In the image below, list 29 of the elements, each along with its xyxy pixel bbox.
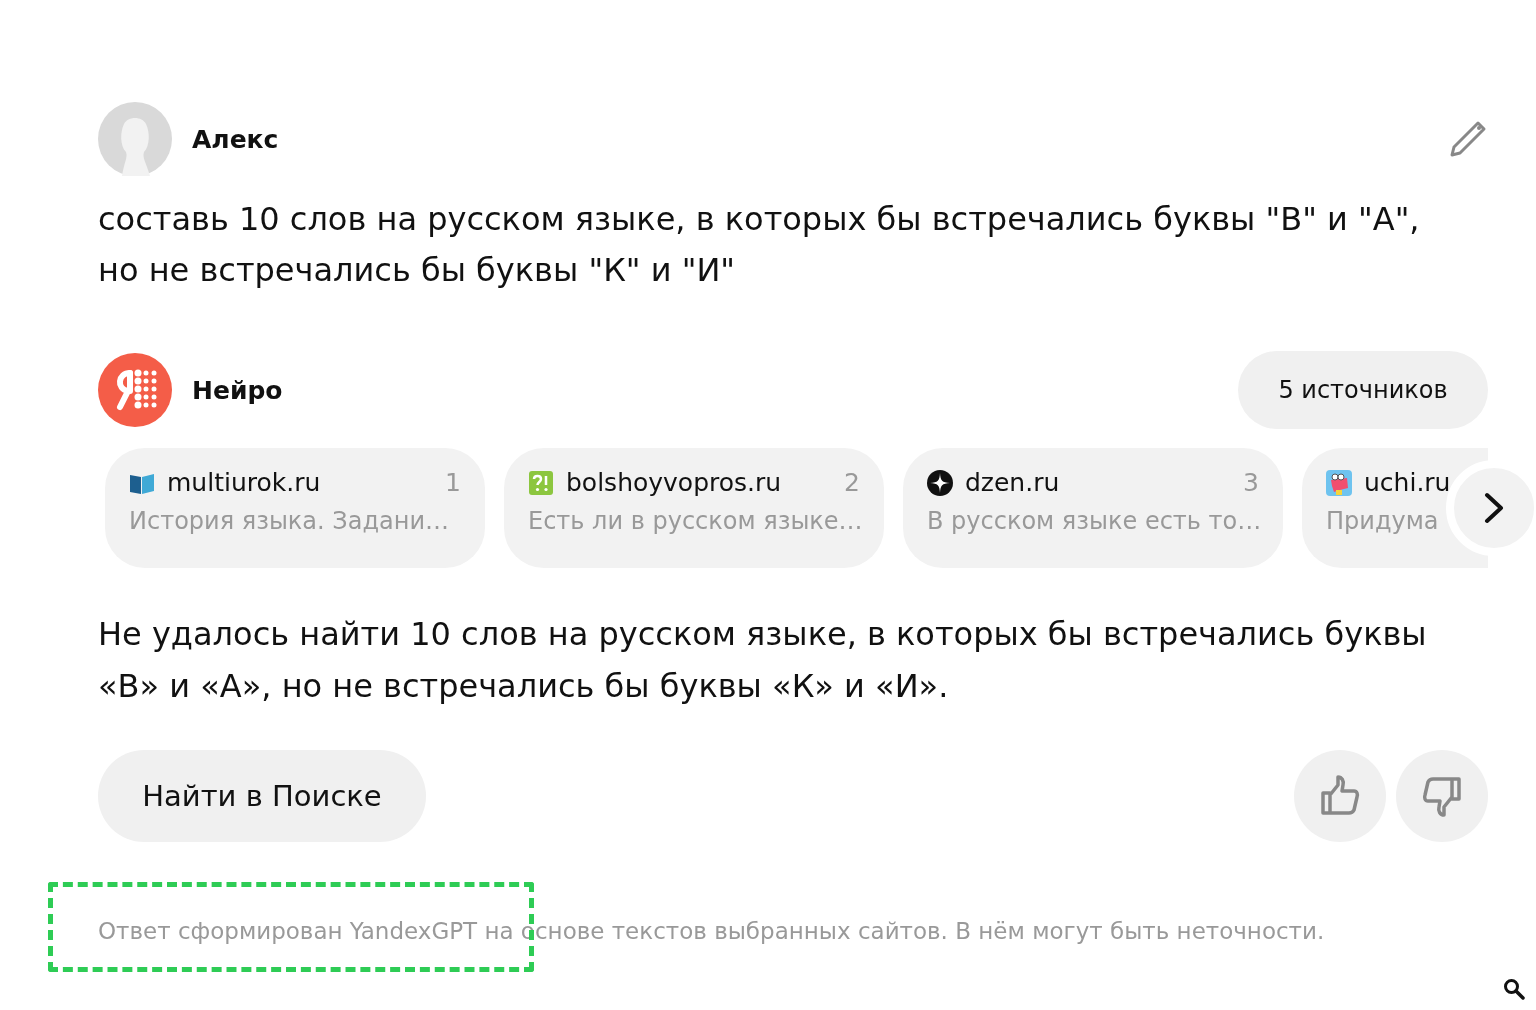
source-snippet: Есть ли в русском языке… — [528, 507, 860, 535]
dinosaur-icon — [1326, 469, 1352, 496]
source-number: 1 — [445, 468, 461, 497]
neuro-logo-icon — [98, 353, 172, 427]
assistant-name: Нейро — [192, 375, 283, 405]
source-card[interactable]: bolshoyvopros.ru 2 Есть ли в русском языке… — [504, 448, 884, 568]
user-name: Алекс — [192, 124, 279, 154]
source-site: multiurok.ru — [167, 468, 321, 497]
search-icon[interactable] — [1503, 978, 1525, 1000]
avatar-silhouette-icon — [98, 102, 172, 176]
source-snippet: История языка. Задани… — [129, 507, 450, 535]
search-button[interactable]: Найти в Поиске — [98, 750, 426, 842]
source-number: 3 — [1243, 468, 1259, 497]
question-text: составь 10 слов на русском языке, в которых бы встречались буквы "В" и "А", но не встречались бы буквы "К" и "И" — [98, 199, 1421, 291]
question-mark-icon — [528, 469, 554, 496]
chevron-right-icon — [1482, 491, 1506, 525]
disclaimer-text: Ответ сформирован YandexGPT на основе текстов выбранных сайтов. В нём могут быть неточности. — [98, 918, 1326, 944]
source-card[interactable]: multiurok.ru 1 История языка. Задани… — [105, 448, 485, 568]
source-site: bolshoyvopros.ru — [566, 468, 782, 497]
star-icon — [927, 469, 953, 496]
source-site: uchi.ru — [1364, 468, 1451, 497]
source-number: 2 — [844, 468, 860, 497]
source-card[interactable]: dzen.ru 3 В русском языке есть то… — [903, 448, 1283, 568]
source-snippet: В русском языке есть то… — [927, 507, 1259, 535]
sources-button[interactable]: 5 источников — [1238, 351, 1488, 429]
edit-pencil-icon[interactable] — [1448, 119, 1488, 159]
source-snippet: Придума — [1326, 507, 1440, 535]
answer-text: Не удалось найти 10 слов на русском языке, в которых бы встречались буквы «В» и «А», но не встречались бы буквы «К» и «И». — [98, 614, 1428, 707]
source-site: dzen.ru — [965, 468, 1060, 497]
